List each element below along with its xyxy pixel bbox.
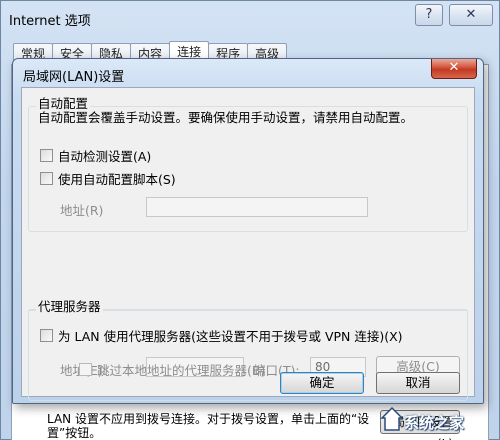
checkbox-box[interactable] <box>40 172 53 185</box>
auto-config-description: 自动配置会覆盖手动设置。要确保使用手动设置，请禁用自动配置。 <box>38 110 414 125</box>
use-script-checkbox[interactable]: 使用自动配置脚本(S) <box>40 169 176 188</box>
help-button[interactable]: ? <box>415 4 443 26</box>
watermark-logo: 系统之家 <box>380 400 498 438</box>
auto-detect-label: 自动检测设置(A) <box>58 149 152 164</box>
auto-detect-checkbox[interactable]: 自动检测设置(A) <box>40 146 151 165</box>
script-address-label: 地址(R) <box>60 203 104 218</box>
dialog-title: 局域网(LAN)设置 <box>23 70 125 85</box>
bypass-local-checkbox[interactable]: 跳过本地地址的代理服务器(B) <box>79 360 265 379</box>
bypass-local-label: 跳过本地地址的代理服务器(B) <box>97 363 266 378</box>
checkbox-box[interactable] <box>40 149 53 162</box>
watermark-text: 系统之家 <box>404 414 465 432</box>
lan-note-text: LAN 设置不应用到拨号连接。对于拨号设置，单击上面的“设置”按钮。 <box>47 412 370 440</box>
house-icon <box>380 406 404 431</box>
script-address-input[interactable] <box>146 197 368 217</box>
proxy-group-label: 代理服务器 <box>36 296 103 315</box>
window-title: Internet 选项 <box>9 14 91 29</box>
use-script-label: 使用自动配置脚本(S) <box>58 172 176 187</box>
ok-button[interactable]: 确定 <box>280 372 364 394</box>
window-close-button[interactable]: ✕ <box>449 4 493 26</box>
checkbox-box[interactable] <box>40 329 53 342</box>
dialog-body: 自动配置 自动配置会覆盖手动设置。要确保使用手动设置，请禁用自动配置。 自动检测… <box>21 87 475 401</box>
use-proxy-checkbox[interactable]: 为 LAN 使用代理服务器(这些设置不用于拨号或 VPN 连接)(X) <box>40 326 403 345</box>
lan-settings-dialog: 局域网(LAN)设置 ✕ 自动配置 自动配置会覆盖手动设置。要确保使用手动设置，… <box>12 58 484 404</box>
dialog-close-button[interactable]: ✕ <box>431 59 477 79</box>
cancel-button[interactable]: 取消 <box>376 372 460 394</box>
checkbox-box[interactable] <box>79 363 92 376</box>
use-proxy-label: 为 LAN 使用代理服务器(这些设置不用于拨号或 VPN 连接)(X) <box>58 329 403 344</box>
